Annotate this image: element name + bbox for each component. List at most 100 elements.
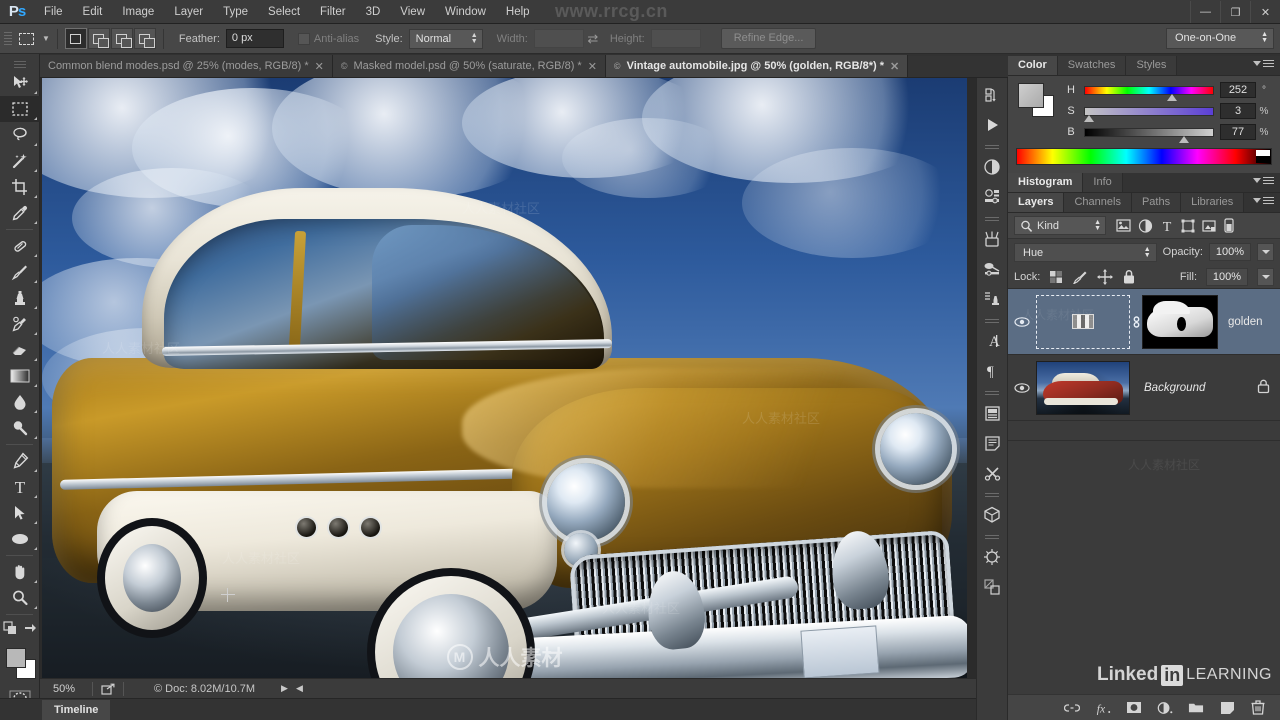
timeline-icon[interactable] (976, 542, 1008, 572)
anti-alias-checkbox[interactable] (297, 32, 310, 45)
horizontal-type-tool[interactable]: T (0, 474, 40, 500)
subtract-from-selection-button[interactable] (110, 28, 133, 49)
height-input[interactable] (650, 29, 701, 48)
saturation-value[interactable]: 3 (1220, 103, 1256, 119)
black-swatch[interactable] (1256, 156, 1270, 163)
pixel-layers-filter-icon[interactable] (1116, 219, 1131, 232)
3d-icon[interactable] (976, 500, 1008, 530)
lock-position-icon[interactable] (1097, 268, 1114, 285)
tool-presets-icon[interactable] (976, 458, 1008, 488)
eyedropper-tool[interactable] (0, 200, 40, 226)
menu-window[interactable]: Window (435, 0, 496, 24)
smart-object-filter-icon[interactable] (1202, 219, 1217, 233)
lasso-tool[interactable] (0, 122, 40, 148)
new-selection-button[interactable] (64, 28, 87, 49)
fill-dropdown-icon[interactable] (1257, 267, 1274, 286)
clone-source-icon[interactable] (976, 284, 1008, 314)
clone-stamp-tool[interactable] (0, 285, 40, 311)
document-tab-vintage-automobile[interactable]: © Vintage automobile.jpg @ 50% (golden, … (605, 55, 909, 77)
swap-dimensions-icon[interactable]: ⇄ (584, 31, 602, 47)
layer-name-golden[interactable]: golden (1228, 316, 1263, 328)
notes-icon[interactable] (976, 428, 1008, 458)
document-tab-masked-model[interactable]: © Masked model.psd @ 50% (saturate, RGB/… (332, 55, 606, 77)
restore-button[interactable]: ❐ (1220, 1, 1250, 23)
hue-value[interactable]: 252 (1220, 82, 1256, 98)
crop-tool[interactable] (0, 174, 40, 200)
layer-visibility-toggle-background[interactable] (1008, 382, 1036, 394)
anti-alias-group[interactable]: Anti-alias (297, 32, 359, 45)
brushes-icon[interactable] (976, 224, 1008, 254)
default-colors-icon[interactable] (2, 621, 17, 635)
menu-file[interactable]: File (34, 0, 73, 24)
canvas-area[interactable]: 人人素材社区 人人素材社区 人人素材社区 人人素材社区 人人素材社区 M 人人素… (40, 78, 1008, 678)
histogram-panel-menu-icon[interactable] (1253, 177, 1274, 184)
menu-layer[interactable]: Layer (164, 0, 213, 24)
properties-icon[interactable] (976, 182, 1008, 212)
layer-row-golden[interactable]: golden (1008, 289, 1280, 355)
options-bar-grip[interactable] (4, 29, 12, 49)
gradient-tool[interactable] (0, 363, 40, 389)
brightness-slider-track[interactable] (1084, 127, 1214, 143)
width-input[interactable] (533, 29, 584, 48)
refine-edge-button[interactable]: Refine Edge... (720, 28, 817, 49)
type-layers-filter-icon[interactable]: T (1160, 219, 1174, 233)
hue-slider-track[interactable] (1084, 85, 1214, 101)
color-panel-menu-icon[interactable] (1253, 60, 1274, 67)
foreground-color-swatch[interactable] (6, 648, 26, 668)
menu-select[interactable]: Select (258, 0, 310, 24)
saturation-slider-track[interactable] (1083, 106, 1214, 122)
document-tab-common-blend-modes[interactable]: Common blend modes.psd @ 25% (modes, RGB… (40, 55, 333, 77)
tab-timeline[interactable]: Timeline (42, 700, 111, 720)
color-spectrum-ramp[interactable] (1016, 148, 1272, 165)
tab-libraries[interactable]: Libraries (1181, 193, 1245, 212)
lock-all-icon[interactable] (1122, 269, 1136, 285)
layer-name-background[interactable]: Background (1144, 382, 1205, 394)
close-icon[interactable]: ✕ (890, 60, 899, 73)
layer-thumbnail-background[interactable] (1036, 360, 1130, 415)
menu-filter[interactable]: Filter (310, 0, 356, 24)
menu-image[interactable]: Image (112, 0, 164, 24)
path-selection-tool[interactable] (0, 500, 40, 526)
actions-icon[interactable] (976, 572, 1008, 602)
workspace-select[interactable]: One-on-One ▲ ▼ (1166, 28, 1274, 49)
fill-value[interactable]: 100% (1206, 267, 1248, 286)
layer-comps-icon[interactable] (976, 398, 1008, 428)
tab-paths[interactable]: Paths (1131, 193, 1182, 212)
play-icon[interactable] (976, 110, 1008, 140)
layer-mask-button[interactable] (1126, 700, 1142, 716)
tab-styles[interactable]: Styles (1126, 56, 1178, 75)
opacity-value[interactable]: 100% (1209, 243, 1251, 261)
character-icon[interactable]: A (976, 326, 1008, 356)
menu-view[interactable]: View (390, 0, 435, 24)
adjustments-icon[interactable] (976, 152, 1008, 182)
layer-row-background[interactable]: Background (1008, 355, 1280, 421)
close-icon[interactable]: ✕ (315, 60, 324, 73)
menu-type[interactable]: Type (213, 0, 258, 24)
spot-healing-brush-tool[interactable] (0, 233, 40, 259)
pen-tool[interactable] (0, 448, 40, 474)
share-icon[interactable] (97, 683, 119, 695)
blur-tool[interactable] (0, 389, 40, 415)
filter-toggle-icon[interactable] (1224, 218, 1234, 233)
layer-filter-kind-select[interactable]: Kind ▲ ▼ (1014, 216, 1106, 235)
lock-transparent-pixels-icon[interactable] (1049, 270, 1063, 284)
brush-tool[interactable] (0, 259, 40, 285)
style-select[interactable]: Normal ▲ ▼ (408, 28, 483, 49)
new-group-button[interactable] (1188, 700, 1204, 716)
shape-layers-filter-icon[interactable] (1181, 219, 1195, 233)
rectangular-marquee-tool[interactable] (0, 96, 40, 122)
menu-help[interactable]: Help (496, 0, 540, 24)
close-button[interactable]: ✕ (1250, 1, 1280, 23)
layer-mask-thumbnail-golden[interactable] (1142, 294, 1218, 349)
status-collapse-icon[interactable]: ◀ (296, 683, 303, 694)
zoom-tool[interactable] (0, 585, 40, 611)
new-layer-button[interactable] (1219, 700, 1235, 716)
intersect-with-selection-button[interactable] (133, 28, 156, 49)
history-brush-tool[interactable] (0, 311, 40, 337)
tab-color[interactable]: Color (1008, 56, 1058, 75)
blend-mode-select[interactable]: Hue ▲ ▼ (1014, 242, 1157, 262)
minimize-button[interactable]: — (1190, 1, 1220, 23)
foreground-color-swatch[interactable] (1018, 83, 1044, 108)
link-layers-button[interactable] (1064, 700, 1080, 716)
ellipse-tool[interactable] (0, 526, 40, 552)
